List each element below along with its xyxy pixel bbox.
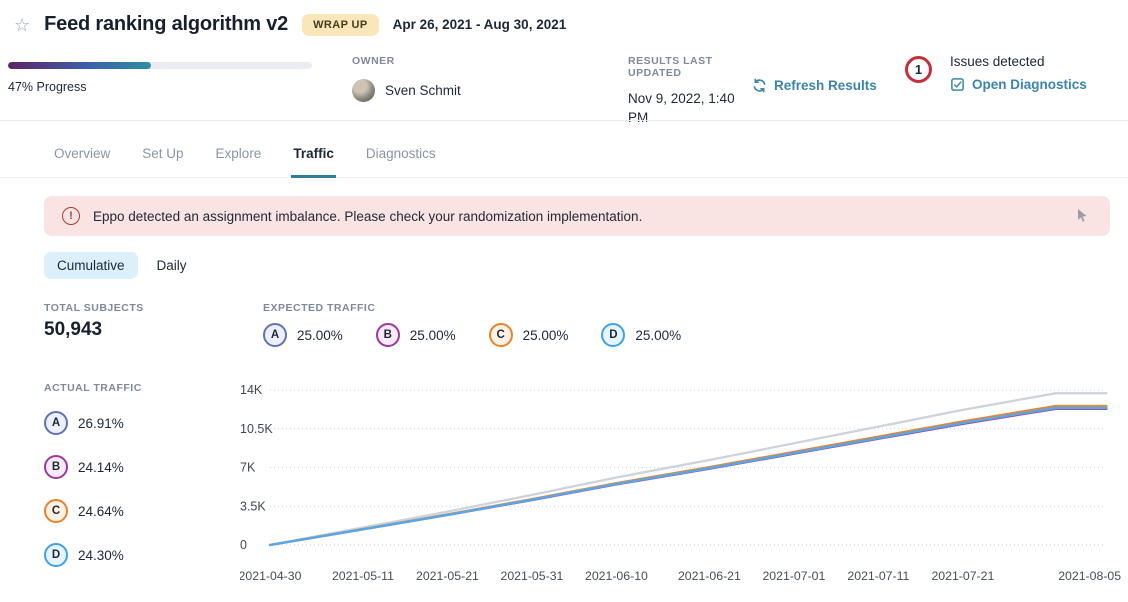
results-updated-label: RESULTS LAST UPDATED [628, 55, 740, 79]
refresh-results-button[interactable]: Refresh Results [752, 78, 877, 93]
tab-traffic[interactable]: Traffic [291, 142, 336, 178]
x-axis-label-2021-06-21: 2021-06-21 [678, 569, 741, 583]
variant-badge-d: D [601, 323, 625, 347]
total-subjects-label: TOTAL SUBJECTS [44, 302, 144, 314]
expected-traffic-item-d: D 25.00% [601, 323, 681, 347]
header-divider [0, 120, 1128, 121]
expected-traffic-value-b: 25.00% [410, 328, 456, 343]
y-axis-label-10.5K: 10.5K [240, 422, 273, 436]
toggle-option-cumulative[interactable]: Cumulative [44, 252, 138, 279]
results-updated-value: Nov 9, 2022, 1:40 PM [628, 90, 740, 128]
issues-detected-label: Issues detected [950, 54, 1045, 69]
x-axis-label-2021-05-31: 2021-05-31 [500, 569, 563, 583]
alert-warning-icon: ! [62, 207, 80, 225]
open-diagnostics-label: Open Diagnostics [972, 77, 1087, 92]
owner-name: Sven Schmit [385, 83, 461, 98]
page-title: Feed ranking algorithm v2 [44, 13, 288, 36]
expected-traffic-row: A 25.00% B 25.00% C 25.00% D 25.00% [263, 323, 681, 347]
x-axis-label-2021-07-21: 2021-07-21 [931, 569, 994, 583]
expected-traffic-value-d: 25.00% [635, 328, 681, 343]
refresh-icon [752, 78, 767, 93]
favorite-star-icon[interactable]: ☆ [14, 16, 30, 34]
owner-block: OWNER Sven Schmit [352, 55, 461, 102]
expected-traffic-item-b: B 25.00% [376, 323, 456, 347]
experiment-date-range: Apr 26, 2021 - Aug 30, 2021 [393, 17, 567, 32]
traffic-chart: 0 3.5K 7K 10.5K 14K 2021-04-30 2021-05-11 2021-… [240, 380, 1128, 592]
issues-count-badge: 1 [905, 56, 932, 83]
actual-traffic-block: ACTUAL TRAFFIC A 26.91% B 24.14% C 24.64% D 24.… [44, 382, 142, 567]
variant-badge-c: C [44, 499, 68, 523]
variant-badge-d: D [44, 543, 68, 567]
progress-bar-fill [8, 62, 151, 69]
x-axis-label-2021-07-01: 2021-07-01 [762, 569, 825, 583]
actual-traffic-item-a: A 26.91% [44, 411, 142, 435]
variant-badge-c: C [489, 323, 513, 347]
total-subjects-block: TOTAL SUBJECTS 50,943 [44, 302, 144, 341]
expected-traffic-item-c: C 25.00% [489, 323, 569, 347]
open-diagnostics-link[interactable]: Open Diagnostics [950, 77, 1087, 92]
refresh-results-label: Refresh Results [774, 78, 877, 93]
traffic-line-chart: 0 3.5K 7K 10.5K 14K 2021-04-30 2021-05-11 2021-… [240, 380, 1128, 592]
expected-traffic-item-a: A 25.00% [263, 323, 343, 347]
actual-traffic-label: ACTUAL TRAFFIC [44, 382, 142, 394]
y-axis-label-3.5K: 3.5K [240, 499, 266, 513]
actual-traffic-item-c: C 24.64% [44, 499, 142, 523]
tab-bar: Overview Set Up Explore Traffic Diagnostics [0, 142, 1128, 178]
y-axis-label-0: 0 [240, 538, 247, 552]
mouse-cursor-icon [1077, 209, 1088, 227]
variant-badge-b: B [376, 323, 400, 347]
progress-bar [8, 62, 312, 69]
tab-diagnostics[interactable]: Diagnostics [364, 142, 438, 178]
actual-traffic-item-d: D 24.30% [44, 543, 142, 567]
tab-overview[interactable]: Overview [52, 142, 112, 178]
y-axis-label-14K: 14K [240, 383, 263, 397]
x-axis-label-2021-08-05: 2021-08-05 [1058, 569, 1121, 583]
view-mode-toggle: CumulativeDaily [44, 252, 200, 279]
actual-traffic-list: A 26.91% B 24.14% C 24.64% D 24.30% [44, 411, 142, 567]
x-axis-label-2021-05-11: 2021-05-11 [332, 569, 394, 583]
series-line-a [270, 393, 1107, 545]
owner-label: OWNER [352, 55, 461, 67]
variant-badge-a: A [44, 411, 68, 435]
x-axis-label-2021-04-30: 2021-04-30 [240, 569, 302, 583]
diagnostics-icon [950, 77, 965, 92]
actual-traffic-item-b: B 24.14% [44, 455, 142, 479]
issues-count: 1 [915, 62, 922, 77]
series-line-d [270, 408, 1107, 545]
results-updated-block: RESULTS LAST UPDATED Nov 9, 2022, 1:40 P… [628, 55, 740, 128]
toggle-option-daily[interactable]: Daily [144, 252, 200, 279]
expected-traffic-block: EXPECTED TRAFFIC A25.00%B25.00%C25.00%D2… [263, 302, 681, 347]
actual-traffic-value-d: 24.30% [78, 548, 124, 563]
expected-traffic-value-a: 25.00% [297, 328, 343, 343]
variant-badge-b: B [44, 455, 68, 479]
imbalance-alert-banner[interactable]: ! Eppo detected an assignment imbalance.… [44, 196, 1110, 236]
header-title-row: ☆ Feed ranking algorithm v2 WRAP UP Apr … [14, 13, 566, 36]
actual-traffic-value-b: 24.14% [78, 460, 124, 475]
x-axis-label-2021-06-10: 2021-06-10 [585, 569, 648, 583]
expected-traffic-label: EXPECTED TRAFFIC [263, 302, 681, 314]
experiment-page: ☆ Feed ranking algorithm v2 WRAP UP Apr … [0, 0, 1128, 602]
owner-avatar [352, 79, 375, 102]
actual-traffic-value-a: 26.91% [78, 416, 124, 431]
total-subjects-value: 50,943 [44, 319, 144, 341]
x-axis-label-2021-07-11: 2021-07-11 [847, 569, 909, 583]
x-axis-label-2021-05-21: 2021-05-21 [416, 569, 479, 583]
actual-traffic-value-c: 24.64% [78, 504, 124, 519]
y-axis-label-7K: 7K [240, 461, 256, 475]
variant-badge-a: A [263, 323, 287, 347]
expected-traffic-value-c: 25.00% [523, 328, 569, 343]
alert-message: Eppo detected an assignment imbalance. P… [93, 209, 642, 224]
tab-explore[interactable]: Explore [214, 142, 264, 178]
progress-label: 47% Progress [8, 80, 87, 94]
tab-set-up[interactable]: Set Up [140, 142, 185, 178]
status-badge: WRAP UP [302, 14, 379, 36]
